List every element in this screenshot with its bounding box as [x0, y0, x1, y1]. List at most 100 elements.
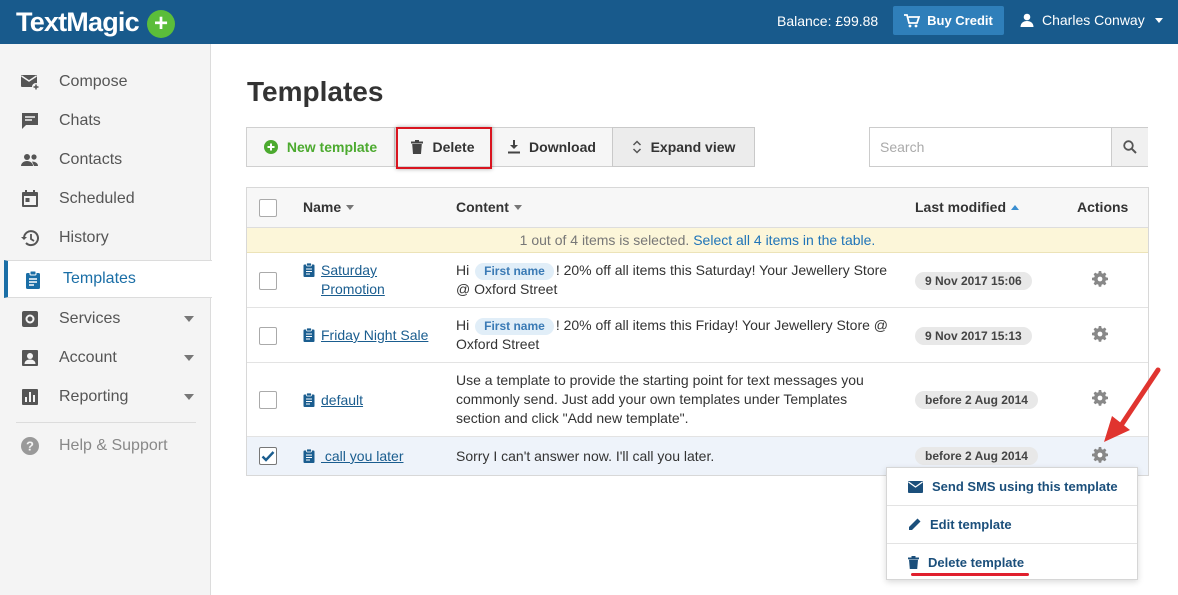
- sidebar-item-templates[interactable]: Templates: [4, 260, 212, 298]
- last-modified-badge: before 2 Aug 2014: [915, 447, 1038, 465]
- template-content: Hi First name! 20% off all items this Sa…: [456, 262, 888, 297]
- edit-template-menu-item[interactable]: Edit template: [887, 506, 1137, 543]
- template-icon: [26, 270, 40, 289]
- sidebar-item-label: Compose: [59, 73, 128, 90]
- sidebar-divider: [16, 422, 196, 423]
- table-row: default Use a template to provide the st…: [247, 363, 1148, 437]
- search-input[interactable]: [870, 128, 1111, 166]
- textmagic-logo[interactable]: TextMagic: [16, 7, 140, 38]
- logo-plus-icon[interactable]: +: [147, 10, 175, 38]
- template-name-cell: default: [303, 391, 363, 410]
- selection-banner: 1 out of 4 items is selected. Select all…: [247, 228, 1148, 253]
- template-icon: [303, 263, 315, 277]
- chat-icon: [22, 113, 38, 129]
- sidebar-item-label: Templates: [63, 270, 136, 287]
- user-name: Charles Conway: [1042, 12, 1145, 28]
- select-all-link[interactable]: Select all 4 items in the table.: [693, 232, 875, 248]
- sort-down-icon: [513, 204, 522, 210]
- delete-button[interactable]: Delete: [394, 127, 492, 167]
- first-name-tag: First name: [475, 263, 554, 280]
- reporting-icon: [22, 389, 38, 405]
- toolbar: New template Delete Download Expand view: [246, 127, 755, 167]
- sidebar-item-label: Services: [59, 310, 121, 327]
- expand-icon: [632, 140, 641, 154]
- sidebar-item-chats[interactable]: Chats: [0, 102, 211, 140]
- table-row: Friday Night Sale Hi First name! 20% off…: [247, 308, 1148, 363]
- sidebar-item-label: Help & Support: [59, 437, 168, 454]
- sidebar-item-scheduled[interactable]: Scheduled: [0, 180, 211, 218]
- download-button[interactable]: Download: [491, 127, 613, 167]
- chevron-down-icon: [1154, 17, 1163, 23]
- top-bar: TextMagic + Balance: £99.88 Buy Credit C…: [0, 0, 1178, 44]
- sidebar: Compose Chats Contacts Scheduled History: [0, 44, 212, 595]
- template-name-link[interactable]: Saturday Promotion: [321, 261, 385, 299]
- account-icon: [22, 350, 38, 366]
- trash-icon: [411, 140, 424, 154]
- selection-banner-text: 1 out of 4 items is selected.: [519, 232, 690, 248]
- calendar-icon: [22, 190, 38, 207]
- sidebar-item-help[interactable]: ? Help & Support: [0, 427, 211, 465]
- delete-template-label: Delete template: [928, 555, 1025, 570]
- search-box: [869, 127, 1148, 167]
- buy-credit-label: Buy Credit: [927, 13, 993, 28]
- send-sms-menu-item[interactable]: Send SMS using this template: [887, 468, 1137, 505]
- row-checkbox[interactable]: [259, 327, 277, 345]
- template-name-link[interactable]: default: [321, 391, 363, 410]
- download-label: Download: [529, 139, 596, 155]
- row-checkbox-checked[interactable]: [259, 447, 277, 465]
- template-name-link[interactable]: call you later: [321, 447, 404, 466]
- checkmark-icon: [261, 451, 275, 462]
- template-name-cell: call you later: [303, 447, 403, 466]
- search-icon: [1123, 140, 1137, 154]
- row-checkbox[interactable]: [259, 391, 277, 409]
- svg-text:?: ?: [26, 439, 34, 454]
- expand-view-label: Expand view: [650, 139, 736, 155]
- gear-icon[interactable]: [1092, 326, 1108, 342]
- services-icon: [22, 311, 38, 327]
- user-menu[interactable]: Charles Conway: [1020, 12, 1163, 28]
- sidebar-item-compose[interactable]: Compose: [0, 63, 211, 101]
- template-name-link[interactable]: Friday Night Sale: [321, 326, 428, 345]
- sidebar-item-contacts[interactable]: Contacts: [0, 141, 211, 179]
- template-name-cell: Friday Night Sale: [303, 326, 428, 345]
- page-title: Templates: [247, 76, 384, 107]
- sidebar-item-account[interactable]: Account: [0, 339, 211, 377]
- compose-icon: [21, 75, 40, 91]
- select-all-checkbox[interactable]: [259, 199, 277, 217]
- plus-circle-icon: [263, 140, 278, 154]
- template-content: Sorry I can't answer now. I'll call you …: [456, 448, 715, 464]
- sidebar-item-label: History: [59, 229, 109, 246]
- gear-icon[interactable]: [1092, 447, 1108, 463]
- templates-table: Name Content Last modified Actions 1 out…: [246, 187, 1149, 476]
- chevron-down-icon: [184, 355, 194, 361]
- expand-view-button[interactable]: Expand view: [612, 127, 755, 167]
- envelope-icon: [908, 480, 923, 493]
- sidebar-item-history[interactable]: History: [0, 219, 211, 257]
- gear-icon[interactable]: [1092, 271, 1108, 287]
- last-modified-badge: before 2 Aug 2014: [915, 391, 1038, 409]
- template-icon: [303, 449, 315, 463]
- row-checkbox[interactable]: [259, 272, 277, 290]
- cart-icon: [904, 13, 921, 27]
- help-icon: ?: [21, 437, 39, 455]
- search-button[interactable]: [1111, 128, 1148, 166]
- sidebar-item-label: Scheduled: [59, 190, 135, 207]
- last-modified-badge: 9 Nov 2017 15:06: [915, 272, 1032, 290]
- sidebar-item-reporting[interactable]: Reporting: [0, 378, 211, 416]
- sidebar-item-services[interactable]: Services: [0, 300, 211, 338]
- gear-icon[interactable]: [1092, 390, 1108, 406]
- column-header-label: Content: [456, 199, 509, 215]
- pencil-icon: [909, 518, 921, 530]
- sidebar-item-label: Account: [59, 349, 117, 366]
- column-header-content[interactable]: Content: [456, 199, 522, 215]
- buy-credit-button[interactable]: Buy Credit: [893, 6, 1004, 35]
- new-template-button[interactable]: New template: [246, 127, 395, 167]
- template-name-cell: Saturday Promotion: [303, 261, 385, 299]
- trash-icon: [908, 556, 919, 569]
- column-header-last-modified[interactable]: Last modified: [915, 199, 1020, 215]
- chevron-down-icon: [184, 394, 194, 400]
- column-header-actions: Actions: [1077, 199, 1128, 215]
- user-icon: [1020, 13, 1034, 27]
- column-header-name[interactable]: Name: [303, 199, 355, 215]
- template-icon: [303, 393, 315, 407]
